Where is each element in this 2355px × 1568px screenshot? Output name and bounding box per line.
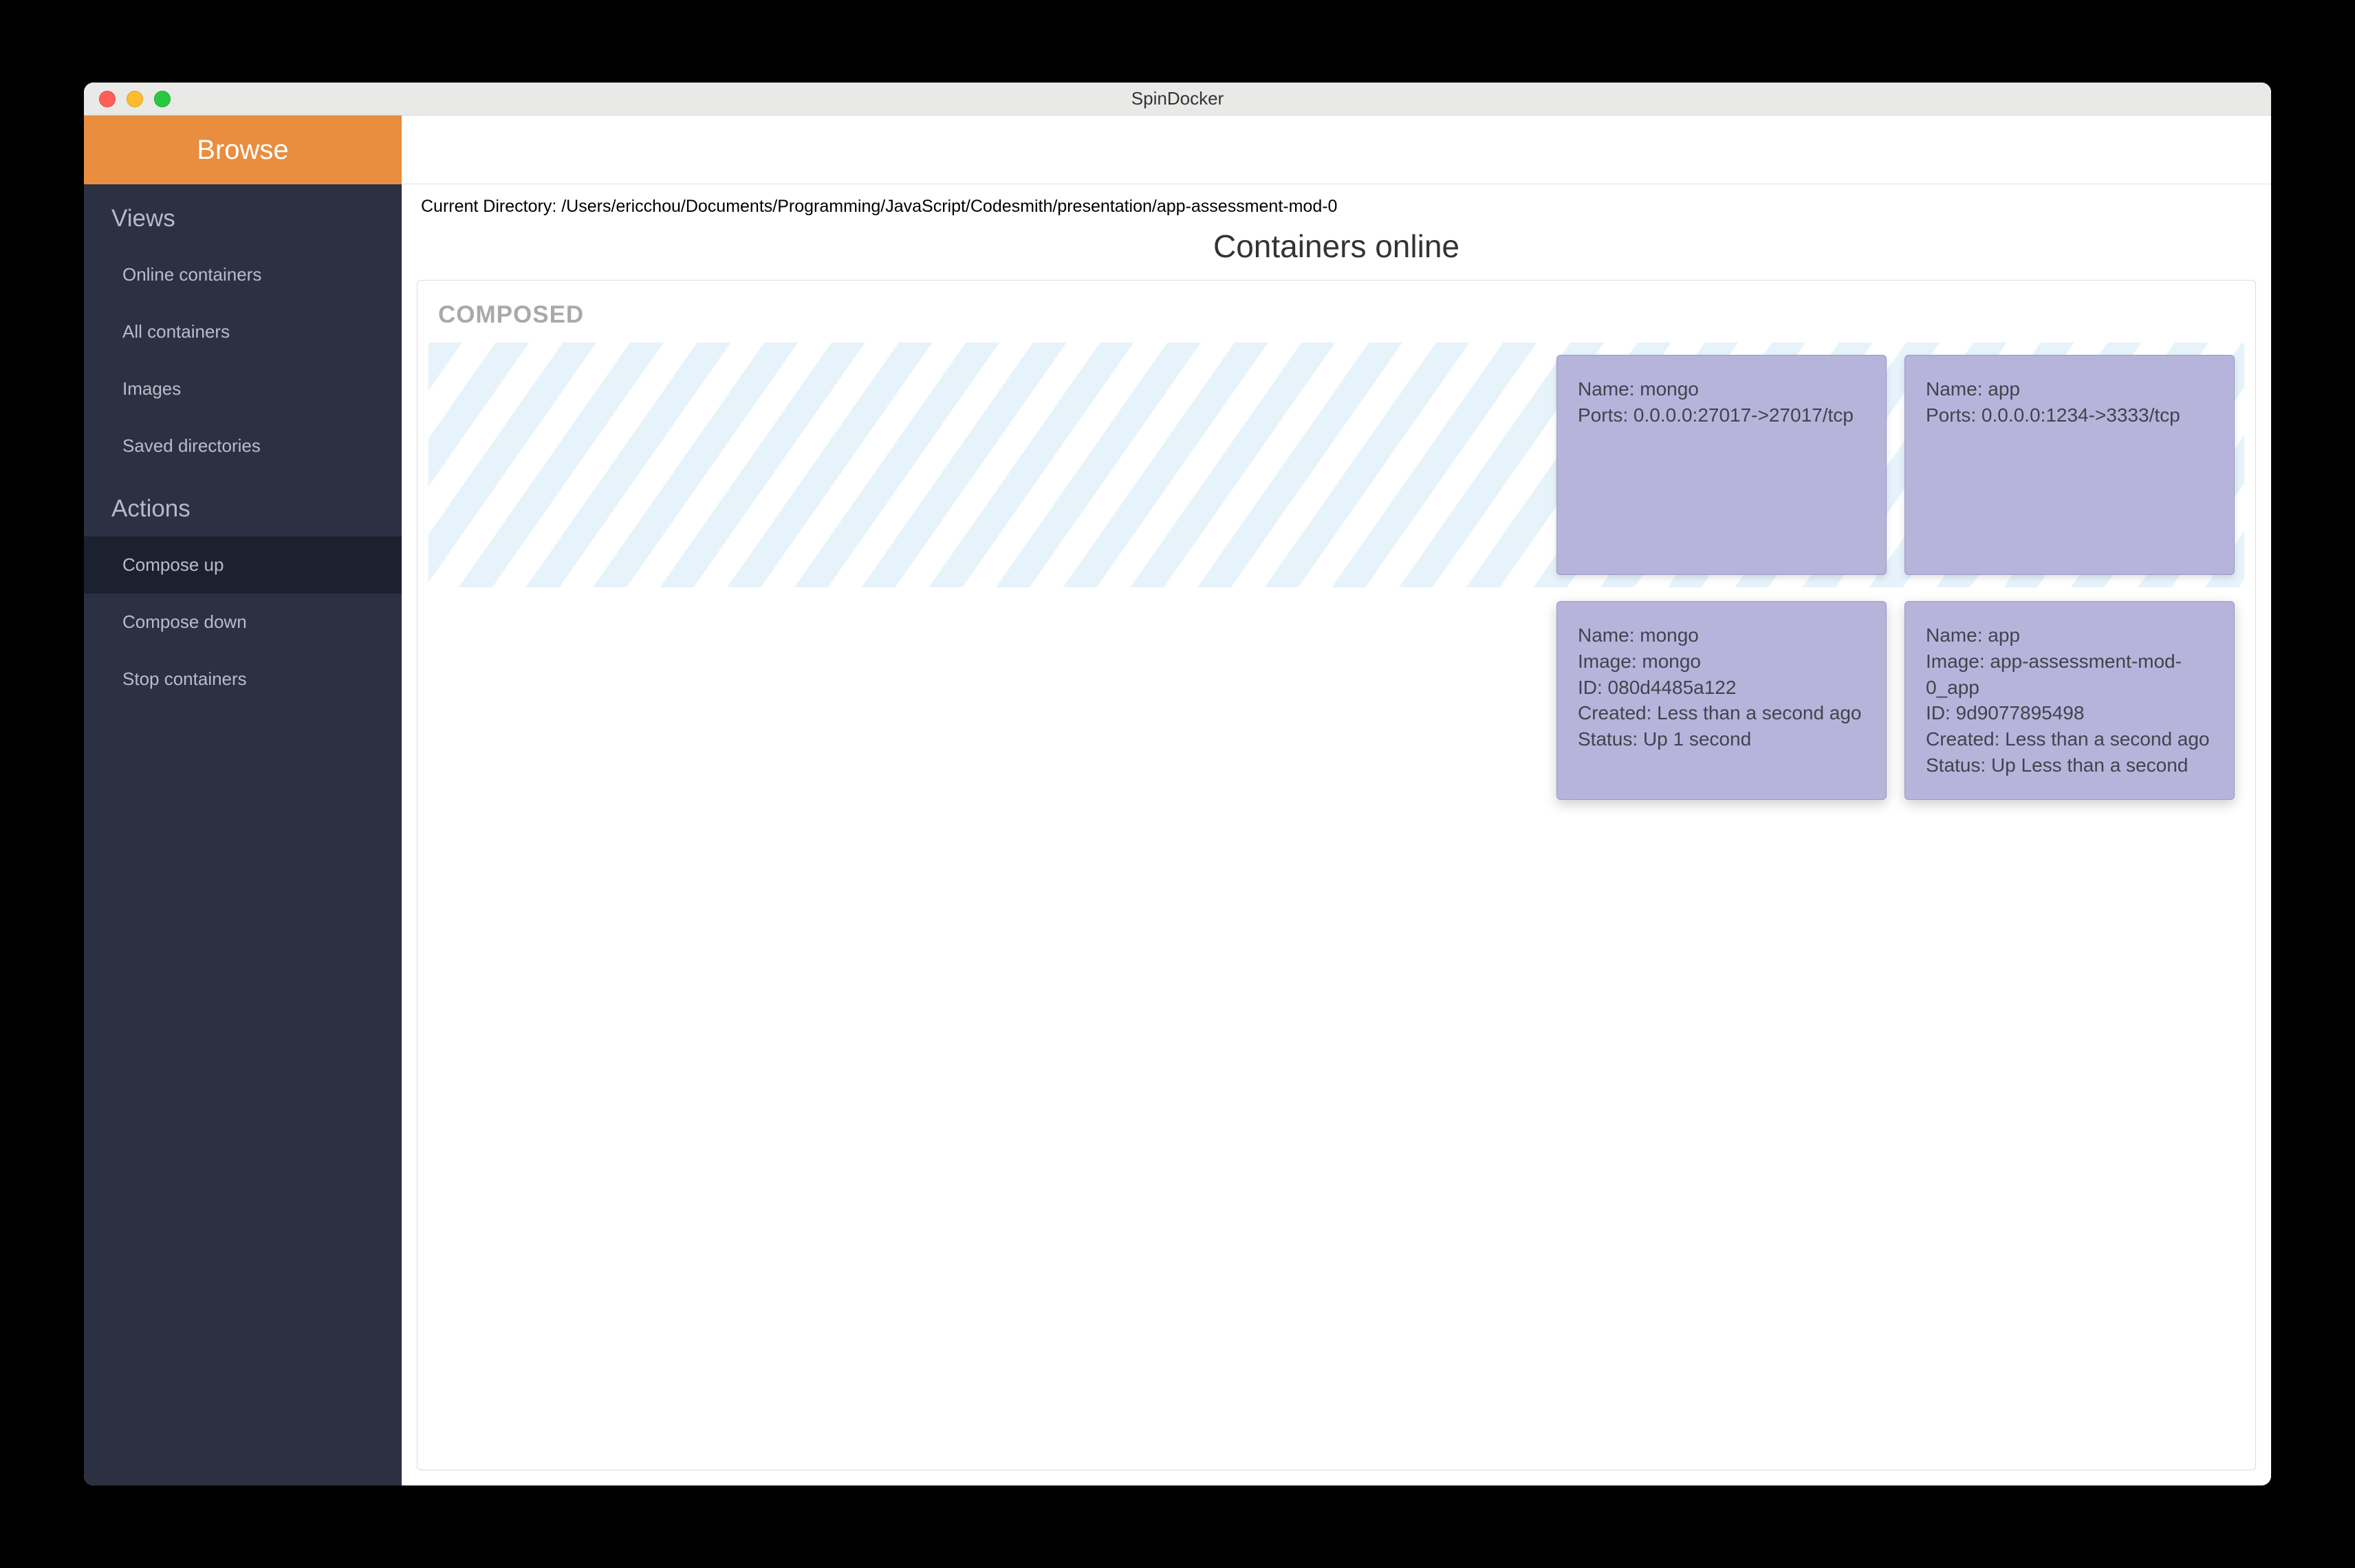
sidebar-section-views: Views [84, 184, 402, 246]
content-panel: COMPOSED Name: mongo Ports: 0.0.0.0:2701… [417, 280, 2256, 1470]
sidebar-item-saved-directories[interactable]: Saved directories [84, 417, 402, 475]
card-name: Name: app [1926, 376, 2213, 402]
composed-row: Name: mongo Ports: 0.0.0.0:27017->27017/… [428, 342, 2244, 587]
sidebar-item-stop-containers[interactable]: Stop containers [84, 651, 402, 708]
titlebar: SpinDocker [84, 83, 2271, 116]
sidebar-section-actions: Actions [84, 475, 402, 536]
card-created: Created: Less than a second ago [1926, 726, 2213, 752]
sidebar-item-online-containers[interactable]: Online containers [84, 246, 402, 303]
details-row: Name: mongo Image: mongo ID: 080d4485a12… [428, 587, 2244, 814]
card-name: Name: mongo [1578, 622, 1865, 649]
card-status: Status: Up 1 second [1578, 726, 1865, 752]
card-ports: Ports: 0.0.0.0:27017->27017/tcp [1578, 402, 1865, 428]
sidebar: Browse Views Online containers All conta… [84, 116, 402, 1485]
main-content: Current Directory: /Users/ericchou/Docum… [402, 116, 2271, 1485]
sidebar-item-images[interactable]: Images [84, 360, 402, 417]
window-title: SpinDocker [84, 88, 2271, 109]
compose-card-app[interactable]: Name: app Ports: 0.0.0.0:1234->3333/tcp [1904, 355, 2235, 575]
card-status: Status: Up Less than a second [1926, 752, 2213, 778]
top-bar [402, 116, 2271, 184]
compose-card-mongo[interactable]: Name: mongo Ports: 0.0.0.0:27017->27017/… [1556, 355, 1887, 575]
card-id: ID: 9d9077895498 [1926, 700, 2213, 726]
maximize-window-button[interactable] [154, 91, 171, 107]
composed-label: COMPOSED [428, 301, 2244, 342]
sidebar-item-compose-down[interactable]: Compose down [84, 594, 402, 651]
card-name: Name: mongo [1578, 376, 1865, 402]
card-id: ID: 080d4485a122 [1578, 675, 1865, 701]
detail-card-app[interactable]: Name: app Image: app-assessment-mod-0_ap… [1904, 601, 2235, 800]
sidebar-item-all-containers[interactable]: All containers [84, 303, 402, 360]
card-image: Image: app-assessment-mod-0_app [1926, 649, 2213, 701]
card-ports: Ports: 0.0.0.0:1234->3333/tcp [1926, 402, 2213, 428]
app-window: SpinDocker Browse Views Online container… [84, 83, 2271, 1485]
close-window-button[interactable] [99, 91, 116, 107]
card-created: Created: Less than a second ago [1578, 700, 1865, 726]
card-image: Image: mongo [1578, 649, 1865, 675]
current-directory: Current Directory: /Users/ericchou/Docum… [402, 184, 2271, 225]
app-body: Browse Views Online containers All conta… [84, 116, 2271, 1485]
traffic-lights [84, 91, 171, 107]
page-title: Containers online [402, 225, 2271, 280]
sidebar-item-compose-up[interactable]: Compose up [84, 536, 402, 594]
detail-card-mongo[interactable]: Name: mongo Image: mongo ID: 080d4485a12… [1556, 601, 1887, 800]
minimize-window-button[interactable] [127, 91, 143, 107]
card-name: Name: app [1926, 622, 2213, 649]
sidebar-header[interactable]: Browse [84, 116, 402, 184]
